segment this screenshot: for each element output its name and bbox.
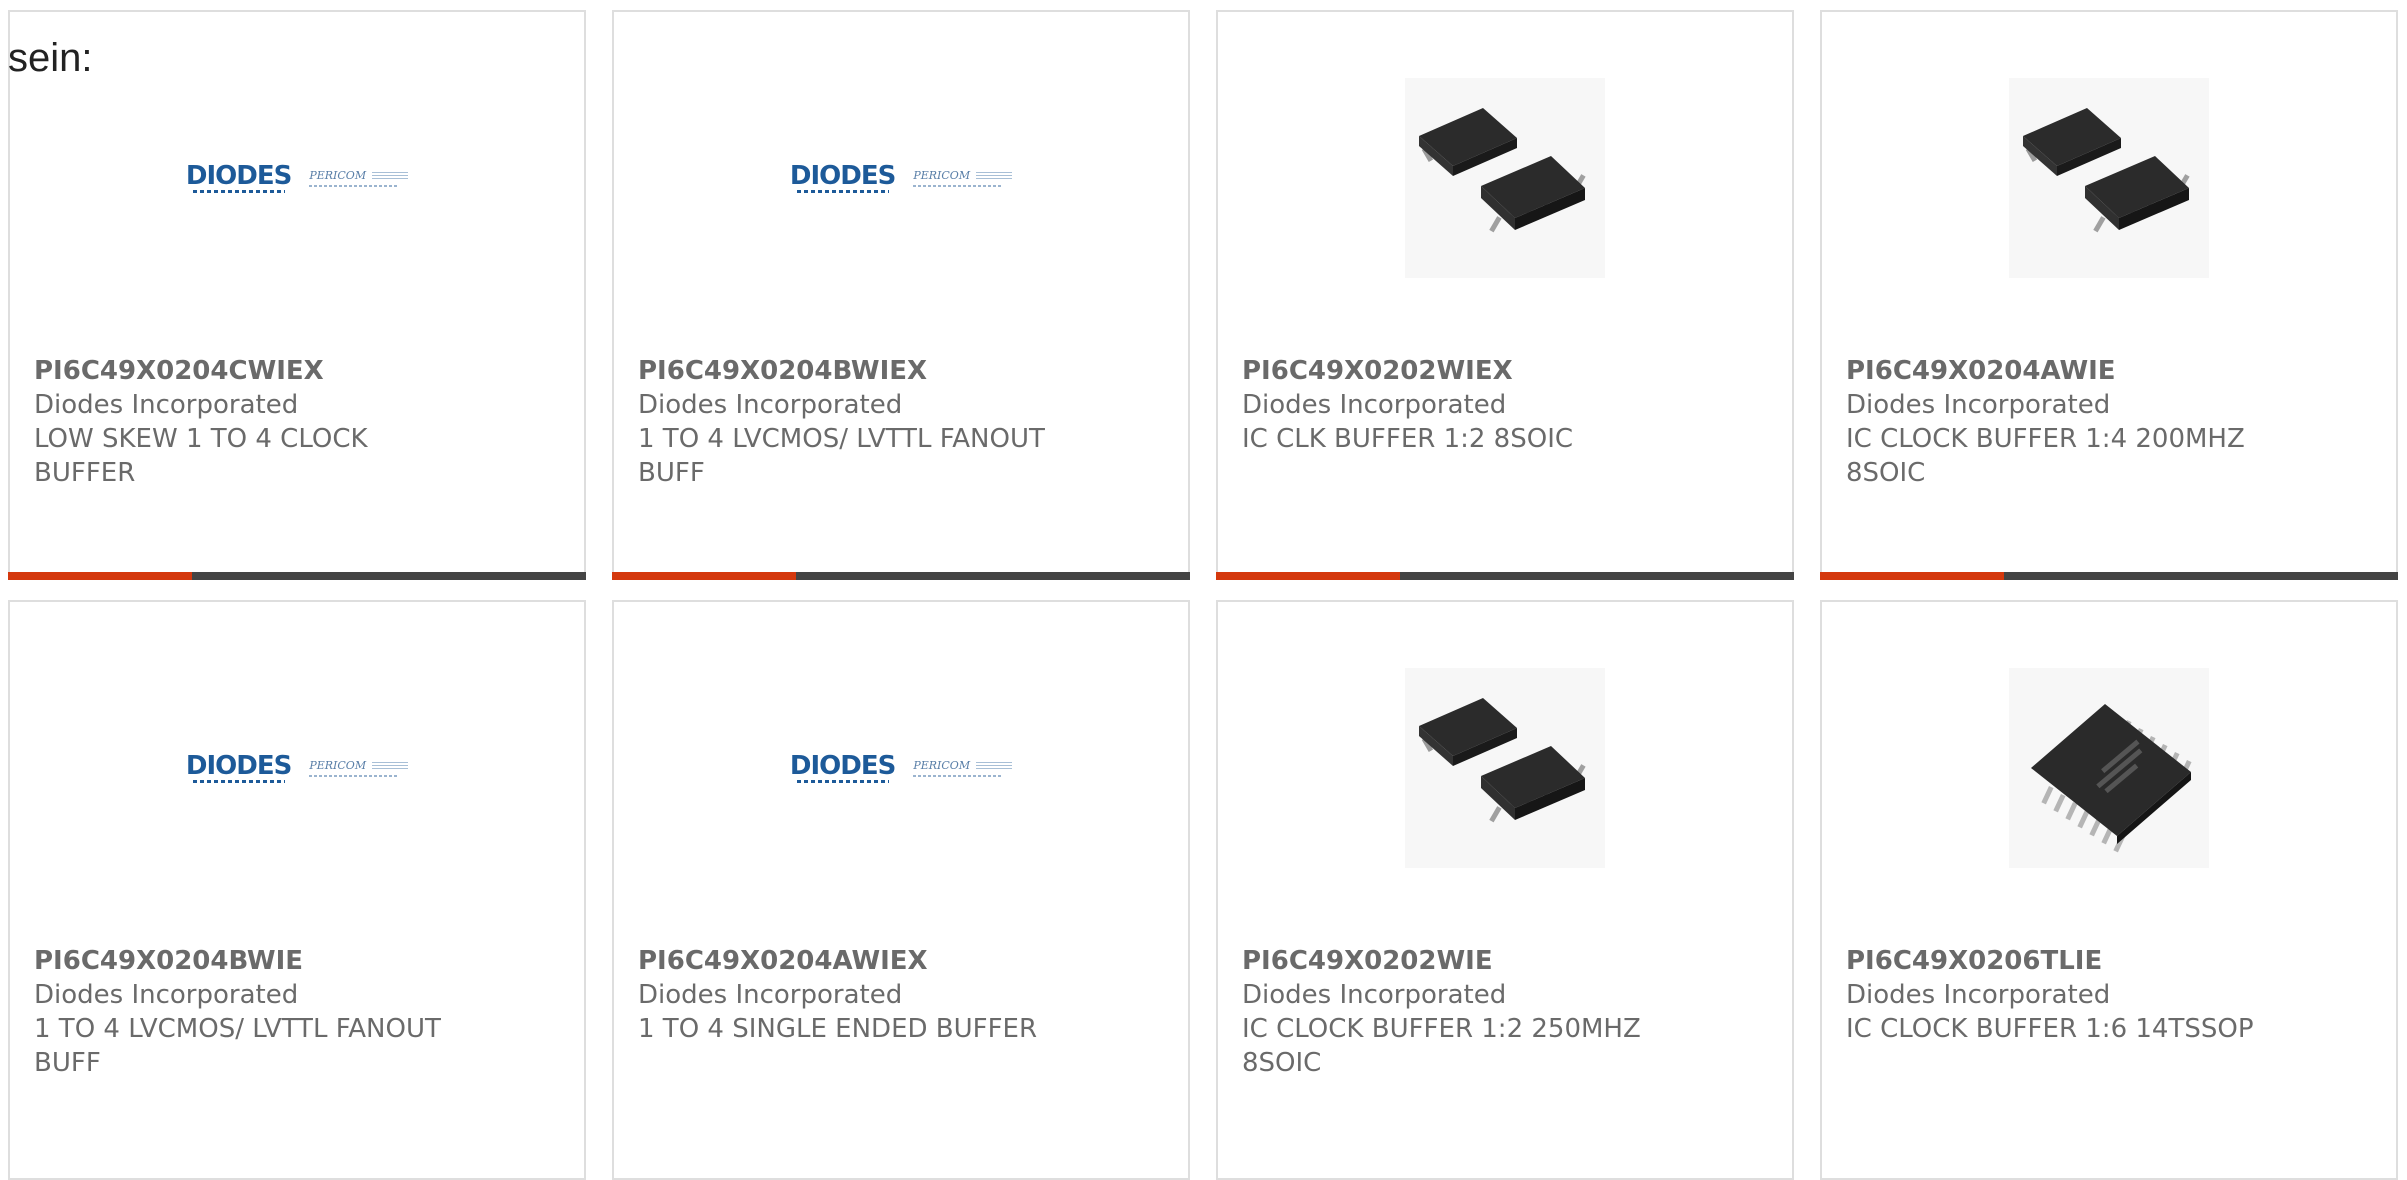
product-image: DIODES PERICOM: [614, 664, 1188, 872]
soic8-chip-photo: [2009, 78, 2209, 278]
product-image: [1218, 74, 1792, 282]
part-number[interactable]: PI6C49X0204CWIEX: [34, 354, 454, 388]
diodes-pericom-logo: DIODES PERICOM: [790, 753, 1013, 783]
description: 1 TO 4 LVCMOS/ LVTTL FANOUT BUFF: [34, 1014, 441, 1078]
product-image: [1822, 664, 2396, 872]
part-number[interactable]: PI6C49X0204AWIE: [1846, 354, 2266, 388]
card-accent-bar: [8, 572, 192, 580]
product-card[interactable]: DIODES PERICOM PI6C49X0204CWIEX Diodes I…: [8, 10, 586, 580]
manufacturer: Diodes Incorporated: [638, 390, 903, 420]
product-image: DIODES PERICOM: [10, 664, 584, 872]
description: 1 TO 4 SINGLE ENDED BUFFER: [638, 1014, 1038, 1044]
soic8-chip-photo: [1405, 78, 1605, 278]
manufacturer: Diodes Incorporated: [638, 980, 903, 1010]
manufacturer: Diodes Incorporated: [1242, 980, 1507, 1010]
product-image: DIODES PERICOM: [614, 74, 1188, 282]
manufacturer: Diodes Incorporated: [1242, 390, 1507, 420]
product-card[interactable]: PI6C49X0206TLIE Diodes Incorporated IC C…: [1820, 600, 2398, 1180]
product-card[interactable]: PI6C49X0202WIE Diodes Incorporated IC CL…: [1216, 600, 1794, 1180]
product-grid: DIODES PERICOM PI6C49X0204CWIEX Diodes I…: [0, 0, 2407, 1180]
description: IC CLK BUFFER 1:2 8SOIC: [1242, 424, 1574, 454]
product-card[interactable]: DIODES PERICOM PI6C49X0204BWIE Diodes In…: [8, 600, 586, 1180]
manufacturer: Diodes Incorporated: [1846, 980, 2111, 1010]
product-card[interactable]: PI6C49X0204AWIE Diodes Incorporated IC C…: [1820, 10, 2398, 580]
description: LOW SKEW 1 TO 4 CLOCK BUFFER: [34, 424, 368, 488]
manufacturer: Diodes Incorporated: [34, 980, 299, 1010]
card-bottom-bar: [1216, 572, 1794, 580]
product-card[interactable]: PI6C49X0202WIEX Diodes Incorporated IC C…: [1216, 10, 1794, 580]
part-number[interactable]: PI6C49X0204AWIEX: [638, 944, 1058, 978]
product-card[interactable]: DIODES PERICOM PI6C49X0204AWIEX Diodes I…: [612, 600, 1190, 1180]
manufacturer: Diodes Incorporated: [1846, 390, 2111, 420]
part-number[interactable]: PI6C49X0204BWIE: [34, 944, 454, 978]
diodes-pericom-logo: DIODES PERICOM: [790, 163, 1013, 193]
card-accent-bar: [1216, 572, 1400, 580]
intro-text: sein:: [8, 36, 93, 80]
card-bottom-bar: [1820, 572, 2398, 580]
description: IC CLOCK BUFFER 1:6 14TSSOP: [1846, 1014, 2254, 1044]
diodes-pericom-logo: DIODES PERICOM: [186, 163, 409, 193]
part-number[interactable]: PI6C49X0206TLIE: [1846, 944, 2266, 978]
card-accent-bar: [1820, 572, 2004, 580]
description: IC CLOCK BUFFER 1:2 250MHZ 8SOIC: [1242, 1014, 1641, 1078]
manufacturer: Diodes Incorporated: [34, 390, 299, 420]
diodes-pericom-logo: DIODES PERICOM: [186, 753, 409, 783]
part-number[interactable]: PI6C49X0202WIE: [1242, 944, 1662, 978]
product-image: [1822, 74, 2396, 282]
description: 1 TO 4 LVCMOS/ LVTTL FANOUT BUFF: [638, 424, 1045, 488]
soic8-chip-photo: [1405, 668, 1605, 868]
card-bottom-bar: [8, 572, 586, 580]
card-bottom-bar: [612, 572, 1190, 580]
product-image: DIODES PERICOM: [10, 74, 584, 282]
product-image: [1218, 664, 1792, 872]
part-number[interactable]: PI6C49X0202WIEX: [1242, 354, 1662, 388]
description: IC CLOCK BUFFER 1:4 200MHZ 8SOIC: [1846, 424, 2245, 488]
card-accent-bar: [612, 572, 796, 580]
part-number[interactable]: PI6C49X0204BWIEX: [638, 354, 1058, 388]
tssop14-chip-photo: [2009, 668, 2209, 868]
product-card[interactable]: DIODES PERICOM PI6C49X0204BWIEX Diodes I…: [612, 10, 1190, 580]
